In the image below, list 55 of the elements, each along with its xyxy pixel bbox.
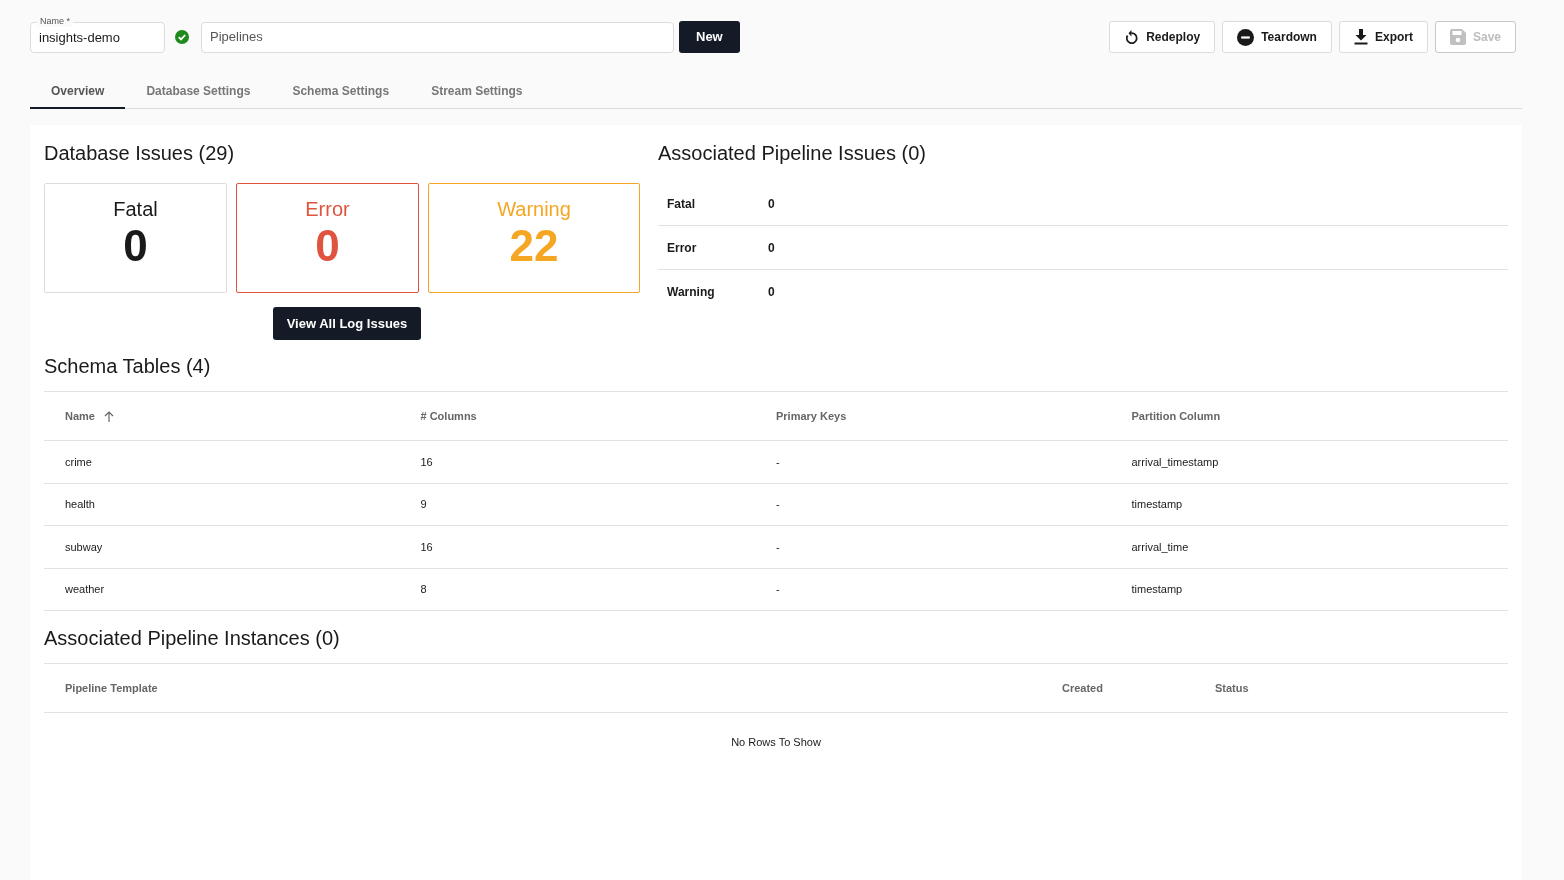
section-heading: Associated Pipeline Issues (0) bbox=[658, 141, 927, 165]
tab[interactable]: Database Settings bbox=[125, 75, 272, 109]
issue-count: 0 bbox=[768, 284, 775, 301]
table-cell: 16 bbox=[420, 455, 433, 468]
issue-count: 0 bbox=[768, 195, 775, 213]
column-header[interactable]: Primary Keys bbox=[776, 407, 847, 425]
rotate-icon bbox=[1124, 29, 1140, 45]
field-label: Name * bbox=[37, 15, 73, 27]
issue-count: 0 bbox=[768, 239, 775, 257]
table-cell: - bbox=[776, 583, 780, 595]
column-header[interactable]: Name bbox=[65, 407, 95, 425]
table-cell: timestamp bbox=[1131, 583, 1183, 595]
column-header[interactable]: # Columns bbox=[420, 407, 477, 425]
issue-label: Fatal bbox=[667, 195, 696, 213]
export-button[interactable]: Export bbox=[1338, 21, 1428, 53]
column-header[interactable]: Created bbox=[1062, 681, 1103, 694]
table-cell: - bbox=[776, 540, 780, 553]
issue-label: Fatal bbox=[113, 197, 158, 221]
issue-count: 0 bbox=[123, 221, 148, 271]
sort-arrow-icon[interactable] bbox=[103, 410, 114, 422]
section-heading: Schema Tables (4) bbox=[44, 354, 212, 378]
column-header[interactable]: Status bbox=[1215, 681, 1249, 694]
tab[interactable]: Stream Settings bbox=[410, 75, 544, 109]
section-heading: Associated Pipeline Instances (0) bbox=[44, 626, 341, 650]
empty-message: No Rows To Show bbox=[731, 735, 821, 750]
issue-count: 0 bbox=[315, 221, 340, 271]
table-cell: 16 bbox=[420, 540, 433, 553]
tab[interactable]: Schema Settings bbox=[271, 75, 411, 109]
table-cell: arrival_timestamp bbox=[1131, 455, 1219, 468]
section-heading: Database Issues (29) bbox=[44, 141, 236, 165]
column-header[interactable]: Partition Column bbox=[1131, 407, 1221, 425]
download-icon bbox=[1353, 29, 1368, 45]
table-cell: - bbox=[776, 498, 780, 510]
new-button[interactable]: New bbox=[679, 21, 740, 53]
table-cell: arrival_time bbox=[1131, 540, 1189, 553]
table-cell: weather bbox=[65, 583, 105, 595]
issue-count: 22 bbox=[509, 221, 559, 271]
column-header[interactable]: Pipeline Template bbox=[65, 681, 158, 694]
view-log-issues-button[interactable]: View All Log Issues bbox=[272, 307, 422, 340]
table-cell: 8 bbox=[420, 583, 427, 595]
table-cell: subway bbox=[65, 540, 103, 553]
redeploy-button[interactable]: Redeploy bbox=[1109, 21, 1216, 53]
issue-label: Error bbox=[305, 197, 350, 221]
tab[interactable]: Overview bbox=[30, 75, 126, 109]
issue-label: Warning bbox=[667, 284, 716, 301]
issue-label: Error bbox=[667, 239, 698, 257]
table-cell: timestamp bbox=[1131, 498, 1183, 510]
teardown-button[interactable]: Teardown bbox=[1222, 21, 1332, 53]
table-cell: 9 bbox=[420, 498, 427, 510]
issue-label: Warning bbox=[497, 197, 571, 221]
template-field[interactable]: Pipelines bbox=[201, 21, 674, 53]
table-cell: crime bbox=[65, 455, 92, 468]
table-cell: - bbox=[776, 455, 780, 468]
minus-circle-icon bbox=[1237, 28, 1255, 46]
table-cell: health bbox=[65, 498, 95, 510]
